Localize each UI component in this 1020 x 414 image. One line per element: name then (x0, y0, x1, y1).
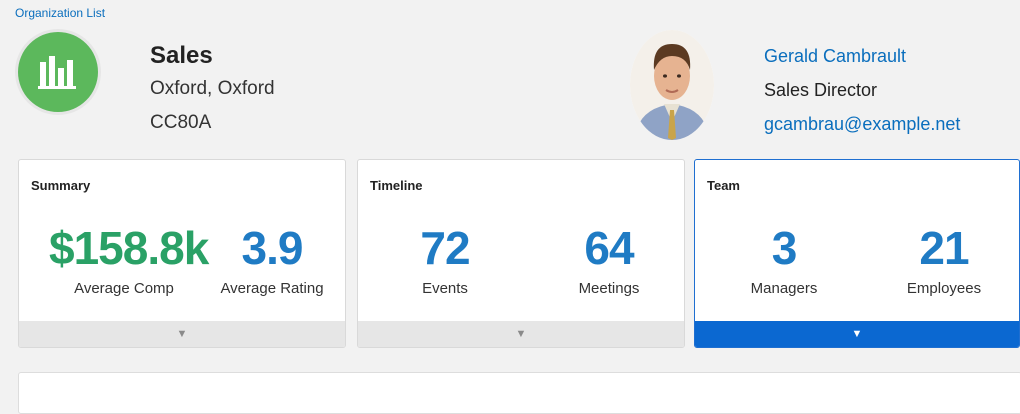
expand-team-button[interactable]: ▼ (695, 321, 1019, 347)
metric-employees: 21 Employees (869, 222, 1019, 297)
metric-average-rating: 3.9 Average Rating (197, 222, 345, 297)
card-title: Timeline (370, 178, 423, 193)
metric-label: Employees (906, 280, 982, 297)
card-title: Summary (31, 178, 91, 193)
timeline-card[interactable]: Timeline 72 Events 64 Meetings ▼ (357, 159, 685, 348)
metric-managers: 3 Managers (709, 222, 859, 297)
person-photo-icon (630, 30, 714, 140)
manager-title: Sales Director (764, 80, 878, 100)
metric-label: Average Comp (74, 280, 174, 297)
metric-label: Events (422, 280, 468, 297)
triangle-down-icon: ▼ (515, 328, 527, 340)
metric-value: 3.9 (241, 222, 304, 274)
metric-value: 21 (919, 222, 969, 274)
manager-email-link[interactable]: gcambrau@example.net (764, 114, 960, 135)
manager-avatar[interactable] (630, 30, 714, 140)
metric-value: 72 (420, 222, 470, 274)
bar-chart-icon (38, 56, 76, 89)
organization-location: Oxford, Oxford (150, 78, 275, 99)
metric-label: Managers (750, 280, 818, 297)
metric-events: 72 Events (370, 222, 520, 297)
breadcrumb-organization-list[interactable]: Organization List (15, 6, 105, 20)
expand-timeline-button[interactable]: ▼ (358, 321, 684, 347)
organization-code: CC80A (150, 112, 212, 133)
triangle-down-icon: ▼ (851, 328, 863, 340)
triangle-down-icon: ▼ (176, 328, 188, 340)
metric-value: $158.8k (49, 222, 209, 274)
metric-label: Meetings (578, 280, 640, 297)
card-title: Team (707, 178, 740, 193)
team-card[interactable]: Team 3 Managers 21 Employees ▼ (694, 159, 1020, 348)
metric-average-comp: $158.8k Average Comp (49, 222, 209, 297)
metric-label: Average Rating (220, 280, 324, 297)
organization-logo (18, 32, 98, 112)
manager-name-link[interactable]: Gerald Cambrault (764, 46, 906, 67)
metric-meetings: 64 Meetings (534, 222, 684, 297)
metric-value: 64 (584, 222, 634, 274)
organization-name: Sales (150, 42, 213, 69)
details-panel (18, 372, 1020, 414)
summary-card[interactable]: Summary $158.8k Average Comp 3.9 Average… (18, 159, 346, 348)
expand-summary-button[interactable]: ▼ (19, 321, 345, 347)
metric-value: 3 (771, 222, 798, 274)
